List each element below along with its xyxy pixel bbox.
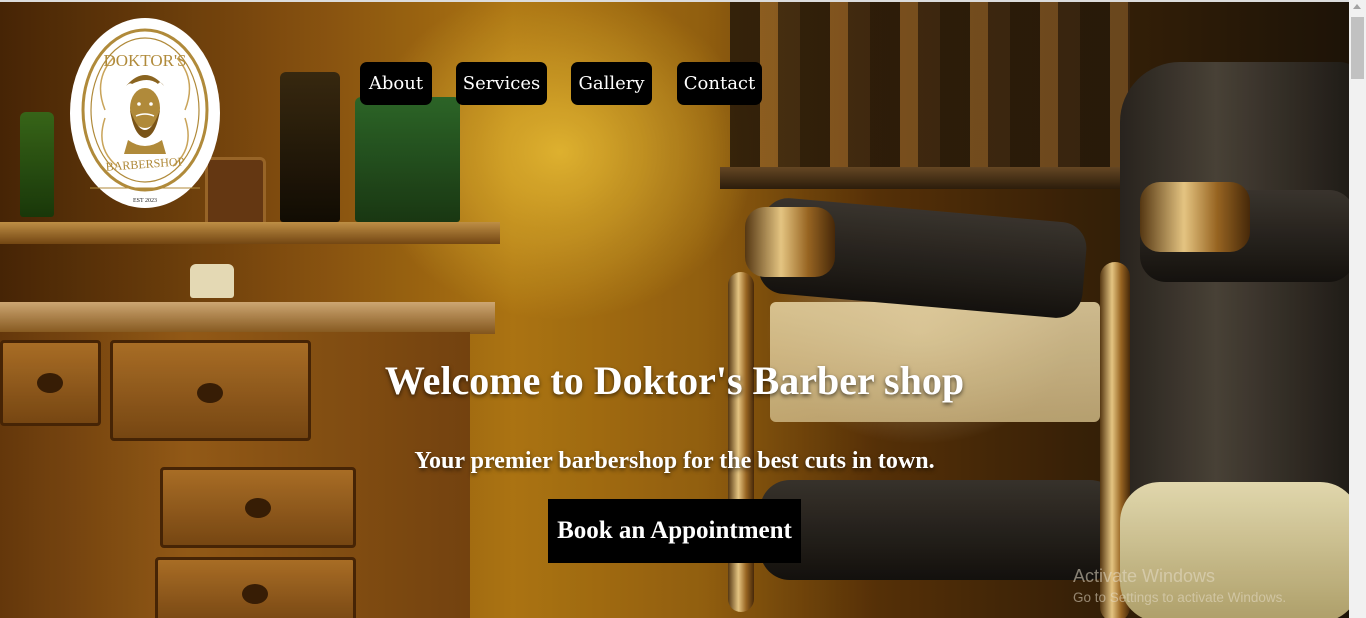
hero-subtitle: Your premier barbershop for the best cut… xyxy=(414,448,935,474)
book-appointment-button[interactable]: Book an Appointment xyxy=(548,499,801,563)
watermark-subtitle: Go to Settings to activate Windows. xyxy=(1073,590,1287,605)
vertical-scrollbar[interactable] xyxy=(1349,0,1366,618)
nav-gallery-button[interactable]: Gallery xyxy=(571,62,652,105)
watermark-title: Activate Windows xyxy=(1073,566,1216,586)
activate-windows-watermark: Activate Windows Go to Settings to activ… xyxy=(1073,566,1286,605)
nav-about-button[interactable]: About xyxy=(360,62,432,105)
nav-services-button[interactable]: Services xyxy=(456,62,547,105)
hero-title: Welcome to Doktor's Barber shop xyxy=(384,358,965,403)
logo[interactable]: DOKTOR'S BARBERSHOP EST 2023 xyxy=(70,18,220,208)
scroll-up-arrow-icon[interactable] xyxy=(1353,4,1361,9)
barber-logo-icon xyxy=(81,28,209,192)
logo-top-text: DOKTOR'S xyxy=(103,51,187,70)
logo-est-text: EST 2023 xyxy=(132,198,158,204)
scroll-thumb[interactable] xyxy=(1351,17,1364,79)
nav-contact-button[interactable]: Contact xyxy=(677,62,762,105)
